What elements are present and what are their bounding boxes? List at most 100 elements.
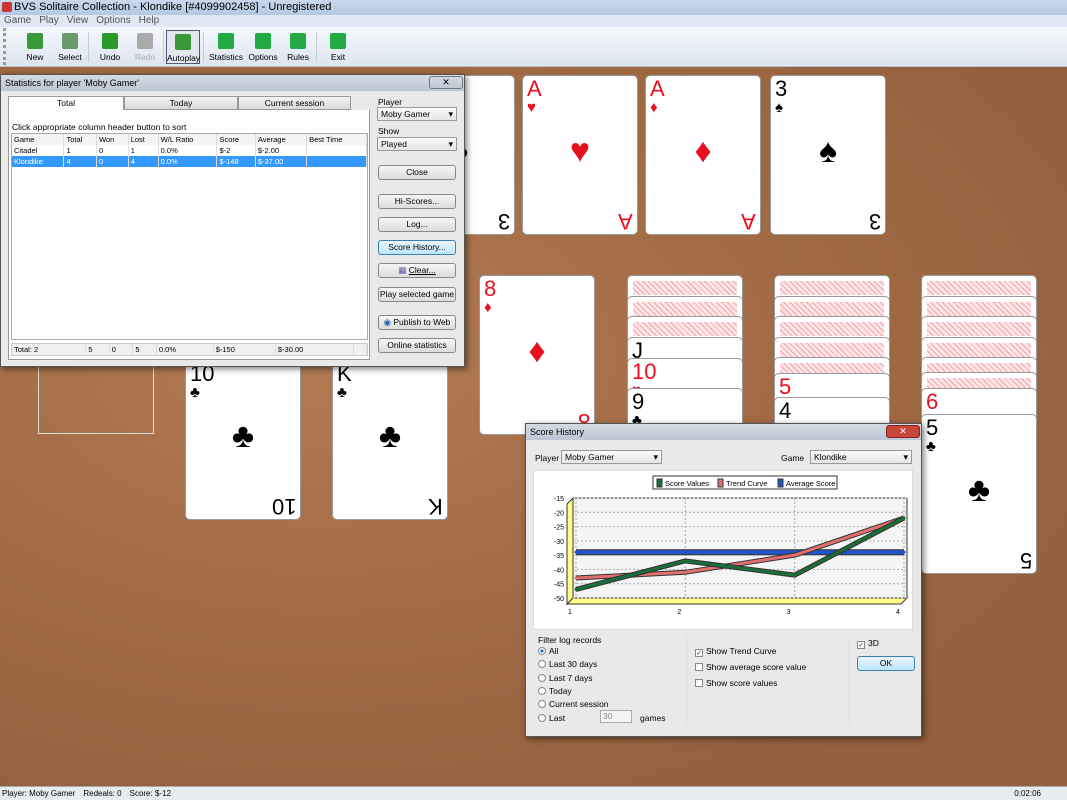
- toolbar-label: Redo: [134, 52, 156, 62]
- table-cell: 1: [128, 145, 159, 156]
- column-header[interactable]: Won: [96, 134, 129, 145]
- column-header[interactable]: Lost: [128, 134, 159, 145]
- y-tick-label: -50: [554, 596, 564, 603]
- column-header[interactable]: Best Time: [306, 134, 367, 145]
- suit-icon: ♣: [337, 384, 347, 401]
- toolbar-separator: [203, 32, 204, 62]
- publish-button[interactable]: ◉ Publish to Web: [378, 315, 456, 330]
- show-select[interactable]: Played: [377, 137, 457, 151]
- option-checkbox[interactable]: ✓ Show Trend Curve: [695, 646, 776, 657]
- filter-radio[interactable]: Current session: [538, 699, 609, 709]
- last-count-input[interactable]: 30: [600, 710, 632, 723]
- column-header[interactable]: W/L Ratio: [158, 134, 218, 145]
- menu-play[interactable]: Play: [39, 15, 58, 26]
- column-header[interactable]: Score: [216, 134, 256, 145]
- autoplay-icon: [175, 34, 191, 50]
- menu-options[interactable]: Options: [96, 15, 130, 26]
- table-cell: 0: [96, 156, 129, 167]
- 3d-checkbox[interactable]: ✓ 3D: [857, 638, 879, 649]
- close-icon[interactable]: ✕: [429, 76, 463, 89]
- table-cell: 1: [63, 145, 98, 156]
- online-statistics-button[interactable]: Online statistics: [378, 338, 456, 353]
- toolbar-label: Undo: [99, 52, 121, 62]
- autoplay-button[interactable]: Autoplay: [166, 30, 200, 64]
- table-cell: 4: [63, 156, 98, 167]
- total-cell: 5: [85, 344, 110, 355]
- card-5-tableau-6[interactable]: 5 ♣ 5 ♣: [921, 414, 1037, 574]
- redo-button[interactable]: Redo: [128, 30, 162, 64]
- score-history-button[interactable]: Score History...: [378, 240, 456, 255]
- card-rank: 5: [926, 415, 939, 440]
- table-cell: [306, 145, 367, 156]
- table-row[interactable]: Klondike 4 0 4 0.0% $-148 $-37.00: [12, 156, 367, 167]
- new-button[interactable]: New: [18, 30, 52, 64]
- table-cell: Citadel: [12, 145, 65, 156]
- select-button[interactable]: Select: [53, 30, 87, 64]
- card-A-foundation-1[interactable]: A ♥ A ♥: [522, 75, 638, 235]
- card-rank: 3: [775, 76, 788, 101]
- rules-icon: [290, 33, 306, 49]
- toolbar-label: New: [26, 52, 44, 62]
- card-8-tableau-3[interactable]: 8 ♦ 8 ♦: [479, 275, 595, 435]
- card-rank: K: [428, 494, 443, 519]
- clear-button[interactable]: ▦ Clear...: [378, 263, 456, 278]
- status-score: Score: $-12: [129, 789, 171, 798]
- filter-radio[interactable]: All: [538, 646, 558, 656]
- filter-radio[interactable]: Last 30 days: [538, 659, 597, 669]
- exit-button[interactable]: Exit: [321, 30, 355, 64]
- menu-game[interactable]: Game: [4, 15, 31, 26]
- card-A-foundation-2[interactable]: A ♦ A ♦: [645, 75, 761, 235]
- play-selected-button[interactable]: Play selected game: [378, 287, 456, 302]
- filter-radio[interactable]: Last 7 days: [538, 673, 592, 683]
- total-cell: [353, 344, 367, 355]
- dialog-title: Statistics for player 'Moby Gamer': [1, 75, 464, 91]
- score-history-chart: -15 -20 -25 -30 -35 -40 -45 -50 1 2 3 4 Score Values…: [533, 470, 913, 630]
- toolbar-separator: [88, 32, 89, 62]
- column-header[interactable]: Total: [63, 134, 98, 145]
- menu-help[interactable]: Help: [139, 15, 160, 26]
- empty-pile[interactable]: [38, 360, 154, 434]
- table-cell: Klondike: [12, 156, 65, 167]
- filter-label: Today: [549, 685, 572, 696]
- legend-swatch: [717, 478, 724, 488]
- card-rank: 10: [271, 494, 296, 519]
- option-checkbox[interactable]: Show average score value: [695, 662, 806, 672]
- data-point: [683, 559, 687, 563]
- menu-view[interactable]: View: [67, 15, 89, 26]
- suit-icon: ♥: [569, 132, 591, 170]
- hiscores-button[interactable]: Hi-Scores...: [378, 194, 456, 209]
- table-cell: $-2: [216, 145, 256, 156]
- y-tick-label: -20: [554, 510, 564, 517]
- player-select[interactable]: Moby Gamer: [377, 107, 457, 121]
- column-header[interactable]: Game: [12, 134, 65, 145]
- close-button[interactable]: Close: [378, 165, 456, 180]
- card-3-foundation-3[interactable]: 3 ♠ 3 ♠: [770, 75, 886, 235]
- tab-current-session[interactable]: Current session: [238, 96, 351, 110]
- statistics-button[interactable]: Statistics: [209, 30, 243, 64]
- filter-radio[interactable]: Last: [538, 713, 565, 723]
- suit-icon: ♦: [484, 299, 492, 316]
- select-game-icon: [62, 33, 78, 49]
- log-button[interactable]: Log...: [378, 217, 456, 232]
- option-label: Show average score value: [706, 662, 807, 672]
- game-select[interactable]: Klondike: [810, 450, 912, 464]
- options-button[interactable]: Options: [246, 30, 280, 64]
- table-row[interactable]: Citadel 1 0 1 0.0% $-2 $-2.00: [12, 145, 367, 156]
- statistics-icon: [218, 33, 234, 49]
- rules-button[interactable]: Rules: [281, 30, 315, 64]
- globe-icon: ◉: [383, 317, 392, 327]
- ok-button[interactable]: OK: [857, 656, 915, 671]
- filter-radio[interactable]: Today: [538, 686, 572, 696]
- data-point: [902, 516, 906, 520]
- card-K-tableau-2[interactable]: K ♣ K ♣: [332, 360, 448, 520]
- plot-area: [572, 497, 908, 599]
- x-tick-label: 2: [677, 609, 681, 616]
- option-checkbox[interactable]: Show score values: [695, 678, 777, 688]
- tab-total[interactable]: Total: [8, 96, 124, 111]
- column-header[interactable]: Average: [255, 134, 308, 145]
- undo-button[interactable]: Undo: [93, 30, 127, 64]
- tab-today[interactable]: Today: [124, 96, 238, 110]
- close-icon[interactable]: ✕: [886, 425, 920, 438]
- card-10-tableau-1[interactable]: 10 ♣ 10 ♣: [185, 360, 301, 520]
- player-select[interactable]: Moby Gamer: [561, 450, 662, 464]
